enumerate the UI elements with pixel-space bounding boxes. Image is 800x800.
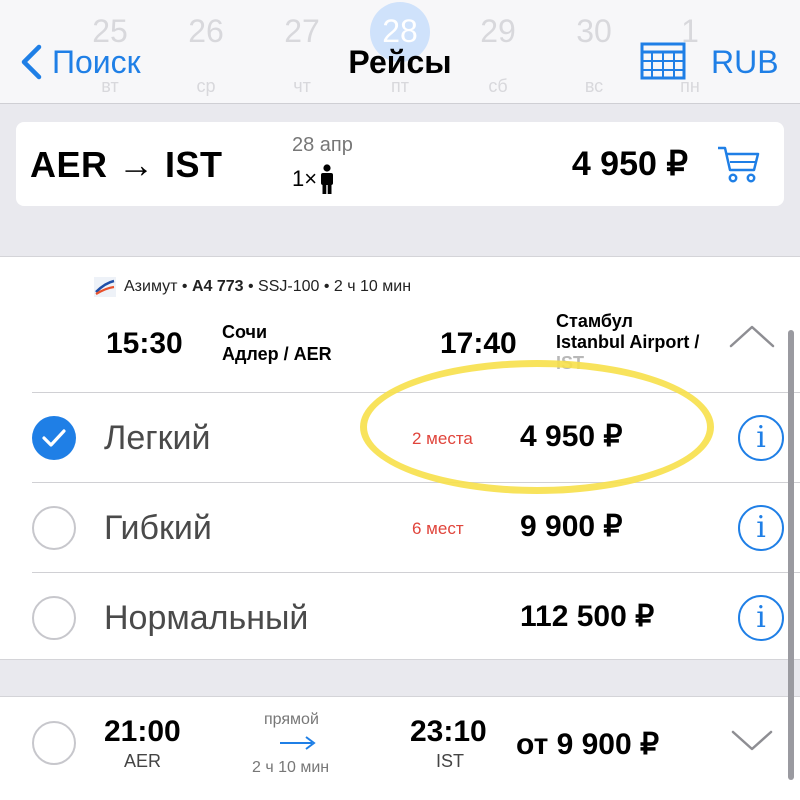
seats-left: 6 мест [412, 519, 464, 538]
cart-icon[interactable] [716, 144, 760, 184]
scrollbar[interactable] [788, 330, 794, 780]
flight-row[interactable]: 21:00 AER прямой 2 ч 10 мин 23:10 IST от… [0, 696, 800, 800]
arrival-airport: Istanbul Airport / [556, 332, 700, 352]
flight-radio[interactable] [32, 721, 76, 765]
arrow-right-icon [280, 736, 316, 750]
fare-radio[interactable] [32, 596, 76, 640]
arrival-code: IST [556, 353, 585, 373]
flight-type: прямой [264, 711, 319, 728]
departure-place: Сочи Адлер / AER [222, 321, 332, 365]
fare-price: 9 900 ₽ [520, 510, 623, 543]
separator-dot: • [177, 278, 192, 295]
flight-card: Азимут • A4 773 • SSJ-100 • 2 ч 10 мин 1… [0, 256, 800, 660]
arrival-place: Стамбул Istanbul Airport / IST [556, 311, 716, 374]
info-icon[interactable]: i [738, 505, 784, 551]
fare-option-light[interactable]: Легкий 2 места 4 950 ₽ i [32, 392, 800, 482]
separator-dot: • [243, 278, 259, 295]
departure-time: 21:00 [104, 715, 181, 748]
airline-logo-icon [94, 277, 116, 297]
route-label: AER → IST [30, 144, 223, 185]
flight-number: A4 773 [191, 278, 244, 295]
fare-price: 4 950 ₽ [520, 420, 623, 453]
info-icon[interactable]: i [738, 595, 784, 641]
departure-time: 15:30 [106, 327, 183, 360]
arrival-city: Стамбул [556, 311, 633, 331]
fare-price: 112 500 ₽ [520, 600, 655, 633]
chevron-up-icon[interactable] [728, 323, 776, 349]
departure-city: Сочи [222, 322, 268, 342]
arrival-code: IST [436, 751, 465, 771]
arrival-time: 23:10 [410, 715, 487, 748]
aircraft-duration: SSJ-100 • 2 ч 10 мин [258, 278, 412, 295]
person-icon [321, 164, 334, 194]
currency-button[interactable]: RUB [711, 44, 779, 81]
search-summary-card: AER → IST 28 апр 1× 4 950 ₽ [16, 122, 784, 206]
passenger-count-label: 1× [292, 166, 318, 191]
nav-bar: 25 вт 26 ср 27 чт 28 пт 29 сб 30 вс 1 пн Поиск … [0, 0, 800, 104]
flight-price: от 9 900 ₽ [516, 728, 660, 761]
fare-option-flexible[interactable]: Гибкий 6 мест 9 900 ₽ i [32, 482, 800, 572]
info-icon[interactable]: i [738, 415, 784, 461]
fare-radio[interactable] [32, 506, 76, 550]
arrival-time: 17:40 [440, 327, 517, 360]
fare-option-normal[interactable]: Нормальный 112 500 ₽ i [32, 572, 800, 662]
airline-info: Азимут • A4 773 • SSJ-100 • 2 ч 10 мин [94, 277, 411, 297]
departure-airport: Адлер / AER [222, 344, 332, 364]
chevron-down-icon[interactable] [730, 729, 774, 753]
fare-name: Гибкий [104, 509, 212, 547]
departure-code: AER [124, 751, 162, 771]
passenger-count: 1× [292, 164, 335, 194]
checkmark-icon [42, 429, 66, 447]
airline-name: Азимут [124, 278, 178, 295]
calendar-grid-icon[interactable] [640, 42, 686, 80]
fare-name: Легкий [104, 419, 211, 457]
total-price: 4 950 ₽ [571, 145, 688, 183]
fare-name: Нормальный [104, 599, 309, 637]
seats-left: 2 места [412, 429, 473, 448]
flight-duration: 2 ч 10 мин [252, 759, 330, 776]
fare-radio-checked[interactable] [32, 416, 76, 460]
trip-date: 28 апр [292, 134, 353, 156]
